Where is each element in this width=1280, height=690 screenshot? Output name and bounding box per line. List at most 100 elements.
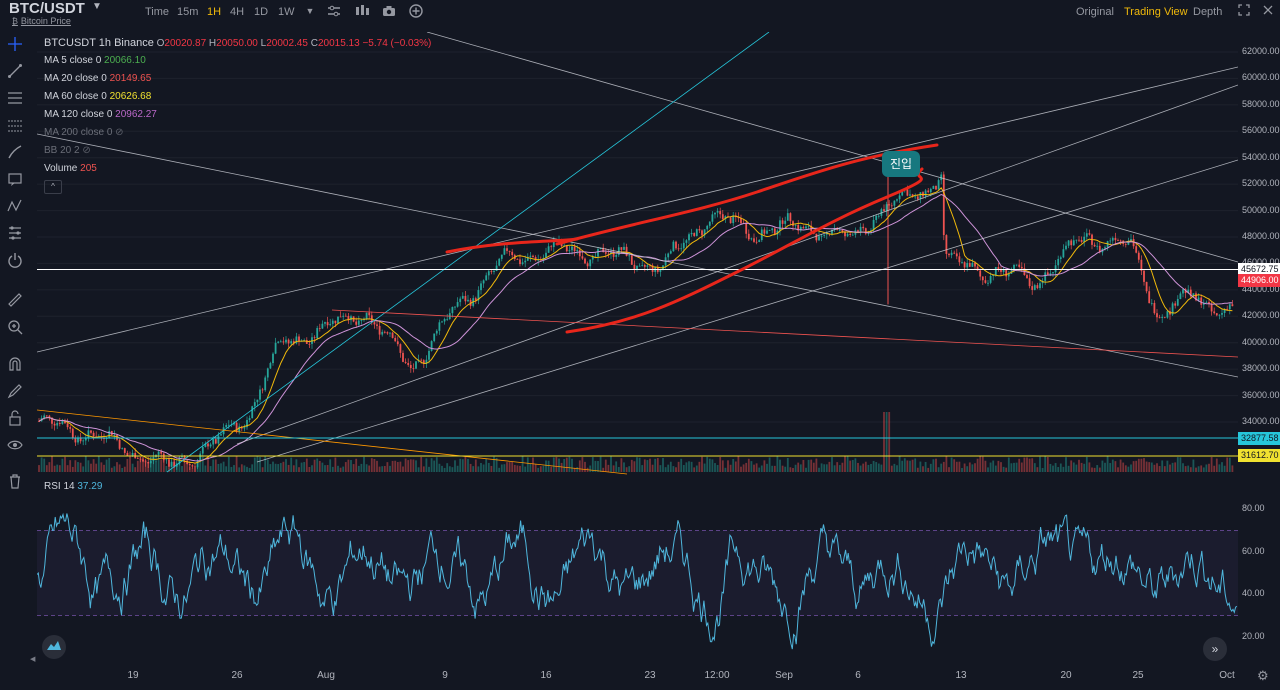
candle-body — [815, 233, 818, 241]
volume-bar — [370, 458, 373, 472]
volume-bar — [576, 467, 579, 472]
ruler-icon[interactable] — [3, 292, 27, 314]
time-axis[interactable]: 19 26 Aug 9 16 23 12:00 Sep 6 13 20 25 Oct — [37, 664, 1238, 688]
volume-bar — [591, 457, 594, 472]
volume-bar — [1119, 459, 1122, 472]
rsi-chart-svg[interactable] — [36, 480, 1238, 662]
power-icon[interactable] — [3, 252, 27, 274]
measure-icon[interactable] — [3, 225, 27, 247]
c-value: 20015.13 — [317, 38, 360, 49]
eye-icon[interactable] — [3, 437, 27, 459]
price-chart[interactable] — [36, 31, 1239, 477]
candle-body — [331, 320, 334, 324]
camera-icon[interactable] — [381, 4, 397, 20]
edit-lock-icon[interactable] — [3, 383, 27, 405]
trendline-icon[interactable] — [3, 63, 27, 85]
candle-body — [266, 368, 269, 378]
close-icon[interactable] — [1260, 4, 1276, 20]
trash-icon[interactable] — [3, 473, 27, 495]
volume-bar — [844, 456, 846, 472]
collapse-legend-button[interactable]: ^ — [44, 180, 62, 194]
symbol-title[interactable]: BTC/USDT — [9, 0, 85, 17]
candle-body — [482, 280, 485, 284]
volume-bar — [727, 460, 729, 472]
volume-bar — [898, 456, 901, 472]
rsi-chart[interactable] — [36, 480, 1238, 662]
volume-bar — [966, 466, 969, 472]
collapse-arrow-icon[interactable]: ◀ — [30, 655, 35, 663]
volume-bar — [542, 465, 545, 472]
pitchfork-icon[interactable] — [3, 117, 27, 139]
volume-bar — [1223, 465, 1226, 472]
volume-bar — [914, 458, 917, 472]
scroll-right-button[interactable]: » — [1203, 637, 1227, 661]
subtitle-link[interactable]: ₿ Bitcoin Price — [12, 16, 71, 26]
rsi-axis[interactable]: 80.00 60.00 40.00 20.00 — [1238, 480, 1280, 662]
ma5-legend[interactable]: MA 5 close 0 20066.10 — [44, 55, 146, 66]
ma120-legend[interactable]: MA 120 close 0 20962.27 — [44, 109, 157, 120]
lock-icon[interactable] — [3, 410, 27, 432]
ma20-label: MA 20 close 0 — [44, 73, 107, 84]
candle-body — [402, 352, 404, 362]
candle-body — [584, 258, 586, 264]
crosshair-icon[interactable] — [3, 36, 27, 58]
volume-bar — [937, 467, 940, 472]
volume-bar — [929, 463, 932, 472]
volume-bar — [1184, 466, 1187, 472]
tab-1d[interactable]: 1D — [254, 6, 268, 18]
magnet-icon[interactable] — [3, 356, 27, 378]
candle-body — [604, 252, 607, 254]
ma60-legend[interactable]: MA 60 close 0 20626.68 — [44, 91, 151, 102]
eye-off-icon[interactable]: ⊘ — [82, 145, 90, 156]
candle-body — [989, 276, 992, 283]
time-tick-label: Sep — [775, 670, 793, 681]
add-icon[interactable] — [408, 4, 424, 20]
logo-icon[interactable] — [42, 635, 66, 659]
view-depth[interactable]: Depth — [1193, 6, 1222, 18]
price-chart-svg[interactable] — [36, 31, 1239, 477]
zoom-icon[interactable] — [3, 319, 27, 341]
volume-bar — [131, 463, 134, 472]
volume-bar — [1210, 457, 1213, 472]
eye-off-icon[interactable]: ⊘ — [115, 127, 123, 138]
settings-icon[interactable]: ⚙ — [1257, 668, 1269, 684]
ma20-legend[interactable]: MA 20 close 0 20149.65 — [44, 73, 151, 84]
volume-bar — [565, 457, 568, 472]
indicators-icon[interactable] — [326, 4, 342, 20]
entry-annotation[interactable]: 진입 — [882, 151, 920, 177]
ma200-legend[interactable]: MA 200 close 0 ⊘ — [44, 127, 124, 138]
fullscreen-icon[interactable] — [1236, 4, 1252, 20]
text-icon[interactable] — [3, 171, 27, 193]
fib-icon[interactable] — [3, 90, 27, 112]
volume-bar — [305, 458, 308, 472]
candle-body — [974, 262, 976, 267]
view-trading-view[interactable]: Trading View — [1124, 6, 1188, 18]
chevron-down-icon[interactable]: ▼ — [92, 1, 102, 12]
brush-icon[interactable] — [3, 144, 27, 166]
candle-body — [916, 196, 919, 200]
tab-1h[interactable]: 1H — [207, 6, 221, 18]
candle-body — [1119, 240, 1122, 242]
candle-body — [1143, 270, 1145, 282]
volume-bar — [646, 460, 649, 472]
price-axis[interactable]: 62000.00 60000.00 58000.00 56000.00 54000.00… — [1238, 32, 1280, 477]
tab-4h[interactable]: 4H — [230, 6, 244, 18]
tab-15m[interactable]: 15m — [177, 6, 198, 18]
pattern-icon[interactable] — [3, 198, 27, 220]
candle-body — [963, 262, 966, 268]
timeframe-chevron-icon[interactable]: ▼ — [302, 6, 318, 22]
candle-body — [979, 270, 982, 277]
tab-1w[interactable]: 1W — [278, 6, 295, 18]
bb-legend[interactable]: BB 20 2 ⊘ — [44, 145, 91, 156]
candle-type-icon[interactable] — [354, 4, 370, 20]
subtitle-text[interactable]: Bitcoin Price — [21, 16, 71, 26]
candle-body — [394, 337, 397, 342]
volume-legend[interactable]: Volume 205 — [44, 163, 97, 174]
tab-time[interactable]: Time — [145, 6, 169, 18]
view-original[interactable]: Original — [1076, 6, 1114, 18]
candle-body — [773, 228, 776, 235]
ma60-value: 20626.68 — [109, 91, 152, 102]
candle-body — [841, 229, 844, 232]
volume-bar — [680, 458, 683, 472]
volume-bar — [1104, 462, 1106, 472]
